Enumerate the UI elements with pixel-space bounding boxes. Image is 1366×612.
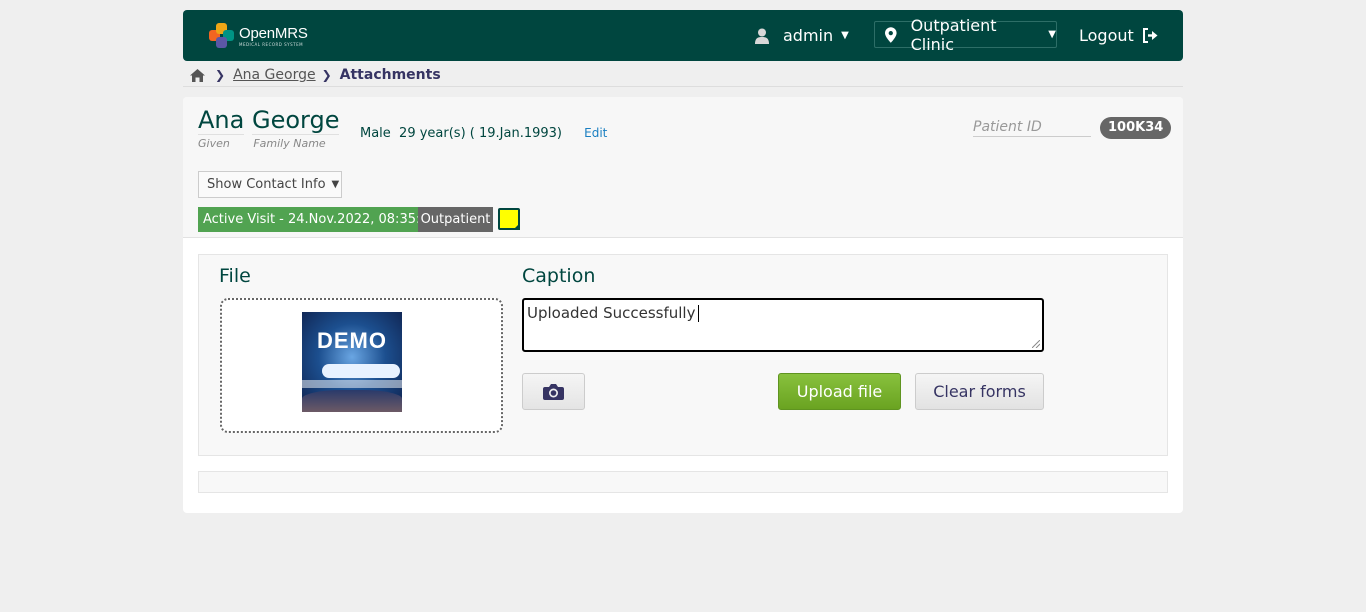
show-contact-info-button[interactable]: Show Contact Info ▼ xyxy=(198,171,342,198)
given-label: Given xyxy=(198,137,230,150)
patient-given-name: Ana xyxy=(198,106,245,135)
chevron-right-icon: ❯ xyxy=(321,68,332,82)
resize-grip-icon[interactable] xyxy=(1032,340,1040,348)
logo-subtext: Medical Record System xyxy=(239,41,304,47)
file-label: File xyxy=(219,265,251,287)
caption-label: Caption xyxy=(522,265,596,287)
patient-family-name: George xyxy=(251,106,340,135)
attachment-upload-form: File Caption DEMO Uploaded Successfully xyxy=(198,254,1168,456)
user-name: admin xyxy=(783,26,834,45)
user-icon xyxy=(755,28,769,44)
logout-link[interactable]: Logout xyxy=(1079,10,1159,61)
attachments-list xyxy=(198,471,1168,493)
logo-icon xyxy=(209,23,235,49)
clear-forms-button[interactable]: Clear forms xyxy=(915,373,1044,410)
text-cursor xyxy=(698,305,700,322)
user-menu[interactable]: admin ▼ xyxy=(755,10,849,61)
patient-info: Male 29 year(s) ( 19.Jan.1993) xyxy=(360,126,562,141)
family-name-label: Family Name xyxy=(253,137,326,150)
openmrs-logo[interactable]: OpenMRS Medical Record System xyxy=(209,23,308,49)
visit-type-badge: Outpatient xyxy=(418,207,493,232)
patient-header: Ana George Given Family Name Male 29 yea… xyxy=(183,97,1183,238)
breadcrumb: ❯ Ana George ❯ Attachments xyxy=(190,66,441,84)
uploaded-image-thumbnail[interactable]: DEMO xyxy=(302,312,402,412)
thumbnail-glow xyxy=(302,380,402,388)
patient-id-badge: 100K34 xyxy=(1100,117,1172,139)
thumbnail-hands xyxy=(302,390,402,412)
edit-demographics-link[interactable]: Edit xyxy=(584,126,607,140)
caret-down-icon: ▼ xyxy=(331,179,340,190)
chevron-right-icon: ❯ xyxy=(215,68,226,82)
thumbnail-search-bar xyxy=(322,364,400,378)
camera-icon xyxy=(543,384,564,400)
caption-textarea[interactable]: Uploaded Successfully xyxy=(522,298,1044,352)
patient-name: Ana George xyxy=(198,106,340,135)
sign-out-icon xyxy=(1142,28,1158,43)
top-header: OpenMRS Medical Record System admin ▼ Ou… xyxy=(183,10,1183,61)
file-dropzone[interactable]: DEMO xyxy=(220,298,503,433)
breadcrumb-patient-link[interactable]: Ana George xyxy=(233,67,316,83)
camera-button[interactable] xyxy=(522,373,585,410)
upload-file-button[interactable]: Upload file xyxy=(778,373,901,410)
thumbnail-text: DEMO xyxy=(317,328,387,353)
patient-name-labels: Given Family Name xyxy=(198,137,326,150)
patient-id-label: Patient ID xyxy=(973,119,1091,137)
breadcrumb-current: Attachments xyxy=(339,67,441,83)
home-icon[interactable] xyxy=(190,68,205,82)
caption-value: Uploaded Successfully xyxy=(527,304,696,322)
main-panel: Ana George Given Family Name Male 29 yea… xyxy=(183,97,1183,513)
contact-button-label: Show Contact Info xyxy=(207,177,326,192)
chevron-down-icon: ▼ xyxy=(1048,29,1056,40)
location-name: Outpatient Clinic xyxy=(910,15,997,54)
map-marker-icon xyxy=(885,26,897,43)
location-menu[interactable]: Outpatient Clinic ▼ xyxy=(874,16,1057,54)
active-visit-badge[interactable]: Active Visit - 24.Nov.2022, 08:35:27 xyxy=(198,207,442,232)
logo-text: OpenMRS xyxy=(239,24,308,42)
chevron-down-icon: ▼ xyxy=(841,30,849,41)
patient-demographics: Male 29 year(s) ( 19.Jan.1993) Edit xyxy=(360,126,607,141)
breadcrumb-divider xyxy=(183,86,1183,87)
logout-label: Logout xyxy=(1079,26,1134,45)
sticky-note-icon[interactable] xyxy=(498,208,520,230)
